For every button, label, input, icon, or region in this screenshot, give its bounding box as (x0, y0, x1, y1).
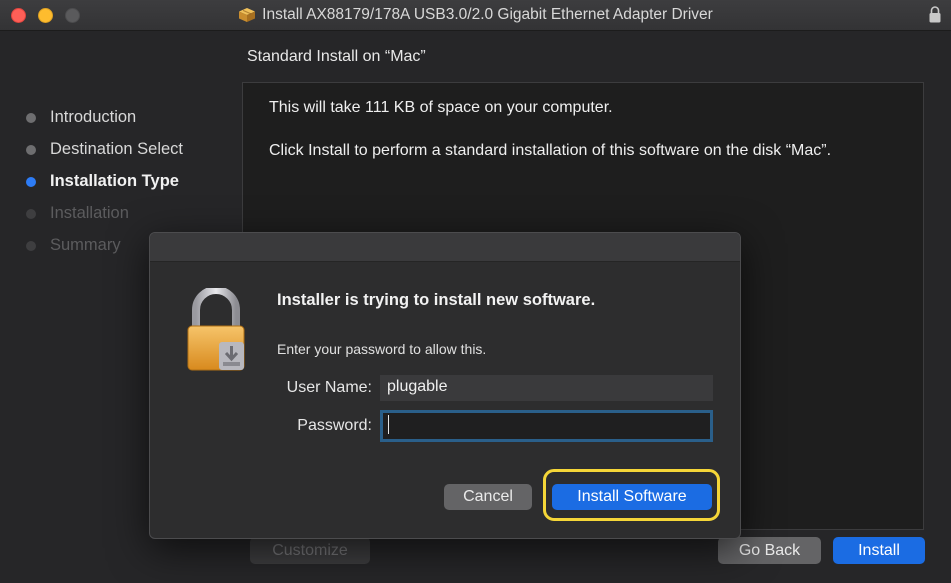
install-subtitle: Standard Install on “Mac” (247, 48, 426, 65)
step-label: Installation Type (50, 172, 179, 190)
lock-icon (929, 6, 941, 23)
dialog-heading: Installer is trying to install new softw… (277, 291, 596, 309)
step-bullet-icon (26, 145, 36, 155)
package-icon (239, 8, 256, 22)
focus-highlight-ring (543, 469, 720, 521)
step-installation: Installation (26, 203, 183, 235)
dialog-info-text: Enter your password to allow this. (277, 341, 487, 357)
go-back-button[interactable]: Go Back (718, 537, 821, 564)
step-bullet-icon (26, 177, 36, 187)
padlock-icon (187, 288, 245, 371)
text-cursor (388, 415, 389, 434)
username-field[interactable]: plugable (380, 375, 713, 401)
cancel-button[interactable]: Cancel (444, 484, 532, 510)
step-bullet-icon (26, 113, 36, 123)
step-label: Summary (50, 236, 121, 254)
customize-button: Customize (250, 537, 370, 564)
step-label: Destination Select (50, 140, 183, 158)
authentication-dialog: Installer is trying to install new softw… (149, 232, 741, 539)
username-label: User Name: (286, 379, 372, 396)
dialog-title-bar (150, 233, 740, 262)
install-button[interactable]: Install (833, 537, 925, 564)
step-installation-type: Installation Type (26, 171, 183, 203)
install-description-text: Click Install to perform a standard inst… (269, 142, 832, 159)
step-bullet-icon (26, 241, 36, 251)
window-title: Install AX88179/178A USB3.0/2.0 Gigabit … (262, 6, 713, 23)
password-field[interactable] (380, 410, 713, 442)
space-required-text: This will take 111 KB of space on your c… (269, 99, 613, 116)
step-bullet-icon (26, 209, 36, 219)
password-label: Password: (297, 417, 372, 434)
step-introduction: Introduction (26, 107, 183, 139)
title-bar: Install AX88179/178A USB3.0/2.0 Gigabit … (0, 0, 951, 31)
step-destination-select: Destination Select (26, 139, 183, 171)
step-label: Installation (50, 204, 129, 222)
step-label: Introduction (50, 108, 137, 126)
